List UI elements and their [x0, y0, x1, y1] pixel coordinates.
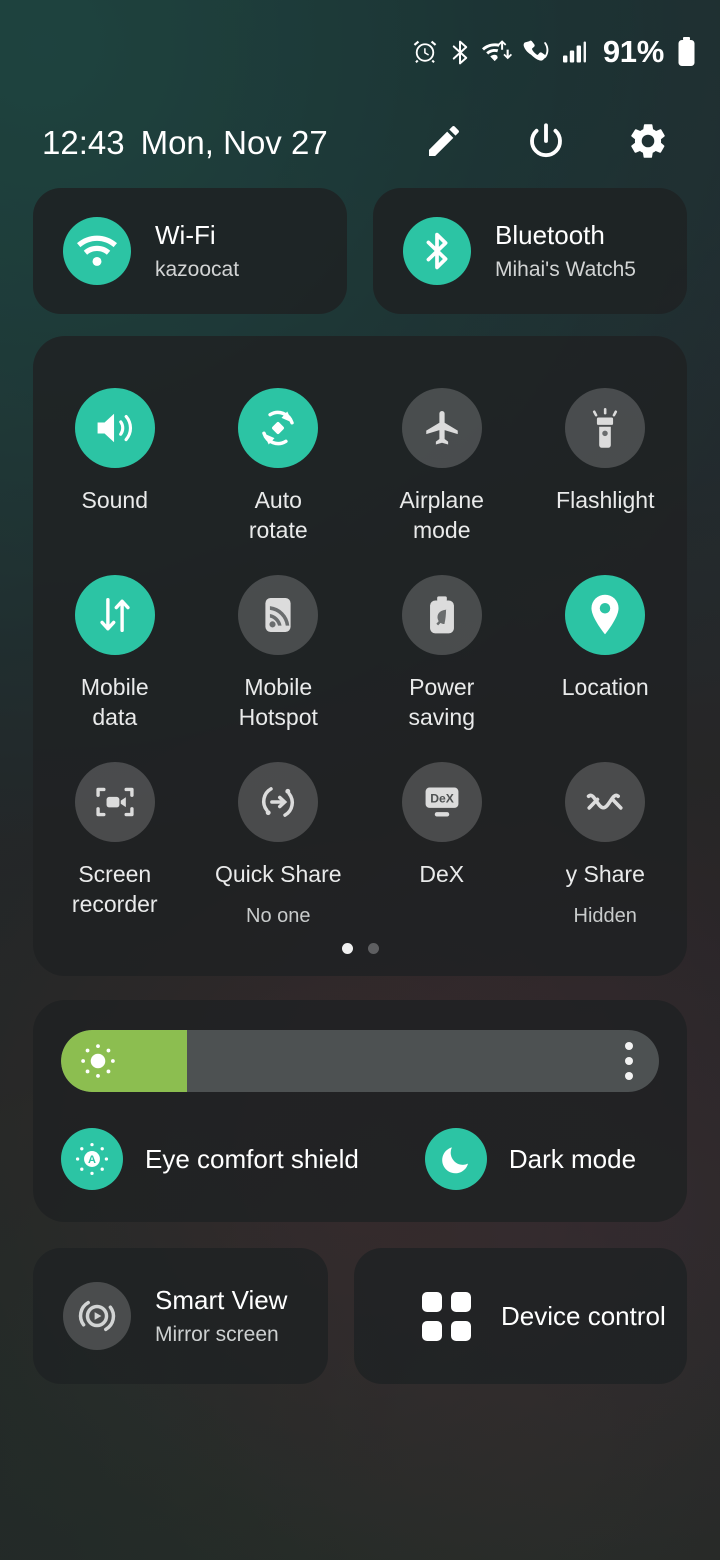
clock-date-group: 12:43 Mon, Nov 27	[42, 124, 328, 162]
more-vertical-icon[interactable]	[625, 1042, 633, 1080]
qs-tile-sound[interactable]: Sound	[33, 388, 197, 545]
connectivity-row: Wi-Fi kazoocat Bluetooth Mihai's Watch5	[33, 188, 687, 314]
settings-button[interactable]	[626, 121, 670, 165]
qs-label-dex: DeX	[419, 861, 465, 887]
quick-settings-panel: Sound Auto rotate Airplane mode Flashlig…	[33, 336, 687, 976]
wifi-network-name: kazoocat	[155, 258, 240, 281]
device-control-grid-icon	[422, 1291, 471, 1341]
bluetooth-text: Bluetooth Mihai's Watch5	[495, 220, 636, 282]
hotspot-icon	[238, 575, 319, 655]
power-icon	[525, 120, 567, 167]
call-vibrate-icon	[523, 39, 551, 66]
wifi-icon	[63, 217, 131, 285]
battery-full-icon	[677, 37, 696, 67]
brightness-panel: A Eye comfort shield Dark mode	[33, 1000, 687, 1222]
device-control-tile[interactable]: Device control	[354, 1248, 687, 1384]
bluetooth-icon	[449, 39, 471, 66]
smart-view-subtitle: Mirror screen	[155, 1323, 279, 1346]
clock-time: 12:43	[42, 124, 125, 161]
brightness-toggles: A Eye comfort shield Dark mode	[61, 1128, 659, 1190]
page-dot-1[interactable]	[341, 943, 353, 954]
qs-label-airplane-mode: Airplane mode	[399, 487, 484, 543]
qs-tile-mobile-hotspot[interactable]: Mobile Hotspot	[197, 575, 361, 732]
device-control-text: Device control	[501, 1301, 666, 1332]
eye-comfort-shield-toggle[interactable]: A Eye comfort shield	[61, 1128, 359, 1190]
qs-tile-quick-share[interactable]: Quick Share No one	[197, 762, 361, 929]
bluetooth-icon	[403, 217, 471, 285]
battery-percent-label: 91%	[602, 34, 664, 69]
qs-tile-power-saving[interactable]: Power saving	[360, 575, 524, 732]
header-actions	[422, 121, 670, 165]
qs-label-sound: Sound	[81, 487, 148, 513]
wifi-text: Wi-Fi kazoocat	[155, 220, 239, 282]
qs-tile-screen-recorder[interactable]: Screen recorder	[33, 762, 197, 929]
qs-sub-music-share: Hidden	[573, 905, 637, 927]
qs-tile-mobile-data[interactable]: Mobile data	[33, 575, 197, 732]
qs-label-location: Location	[561, 674, 649, 700]
eye-comfort-icon: A	[61, 1128, 123, 1190]
qs-label-mobile-hotspot: Mobile Hotspot	[238, 674, 318, 730]
bluetooth-title: Bluetooth	[495, 220, 605, 250]
clock-date: Mon, Nov 27	[140, 124, 328, 161]
qs-tile-dex[interactable]: DeX DeX	[360, 762, 524, 929]
signal-bars-icon	[562, 40, 588, 64]
dark-mode-toggle[interactable]: Dark mode	[359, 1128, 659, 1190]
qs-label-quick-share: Quick Share	[214, 861, 342, 887]
bluetooth-tile[interactable]: Bluetooth Mihai's Watch5	[373, 188, 687, 314]
pencil-icon	[424, 121, 464, 166]
wifi-icon	[481, 39, 512, 65]
svg-text:DeX: DeX	[430, 791, 454, 805]
power-saving-icon	[401, 575, 482, 655]
qs-sub-quick-share: No one	[246, 905, 311, 927]
qs-label-music-share: y Share	[565, 861, 645, 887]
dex-icon: DeX	[401, 762, 482, 842]
qs-tile-location[interactable]: Location	[524, 575, 688, 732]
airplane-icon	[401, 388, 482, 468]
music-share-icon	[565, 762, 646, 842]
moon-icon	[424, 1128, 487, 1190]
qs-label-power-saving: Power saving	[408, 674, 475, 730]
power-button[interactable]	[524, 121, 568, 165]
quick-share-icon	[238, 762, 319, 842]
page-indicator	[33, 943, 687, 954]
brightness-slider[interactable]	[61, 1030, 659, 1092]
qs-tile-music-share[interactable]: y Share Hidden	[524, 762, 688, 929]
smart-view-title: Smart View	[155, 1285, 288, 1315]
alarm-icon	[412, 39, 438, 65]
qs-label-auto-rotate: Auto rotate	[248, 487, 308, 543]
qs-label-screen-recorder: Screen recorder	[71, 861, 158, 917]
qs-tile-flashlight[interactable]: Flashlight	[524, 388, 688, 545]
brightness-sun-icon	[79, 1042, 117, 1080]
wifi-tile[interactable]: Wi-Fi kazoocat	[33, 188, 347, 314]
qs-label-flashlight: Flashlight	[556, 487, 655, 513]
smart-view-tile[interactable]: Smart View Mirror screen	[33, 1248, 328, 1384]
edit-button[interactable]	[422, 121, 466, 165]
bottom-tiles-row: Smart View Mirror screen Device control	[33, 1248, 687, 1384]
smart-view-text: Smart View Mirror screen	[155, 1285, 287, 1347]
device-control-title: Device control	[501, 1300, 666, 1331]
mobile-data-icon	[74, 575, 155, 655]
bluetooth-device-name: Mihai's Watch5	[495, 258, 636, 281]
qs-tile-airplane-mode[interactable]: Airplane mode	[360, 388, 524, 545]
flashlight-icon	[565, 388, 646, 468]
quick-settings-grid: Sound Auto rotate Airplane mode Flashlig…	[33, 388, 687, 929]
qs-tile-auto-rotate[interactable]: Auto rotate	[197, 388, 361, 545]
qs-label-mobile-data: Mobile data	[80, 674, 149, 730]
dark-mode-label: Dark mode	[508, 1143, 637, 1174]
eye-comfort-shield-label: Eye comfort shield	[145, 1143, 359, 1174]
page-dot-2[interactable]	[367, 943, 379, 954]
location-pin-icon	[565, 575, 646, 655]
svg-text:A: A	[88, 1154, 96, 1166]
volume-icon	[74, 388, 155, 468]
panel-header: 12:43 Mon, Nov 27	[0, 112, 720, 174]
status-bar: 91%	[0, 0, 720, 104]
auto-rotate-icon	[238, 388, 319, 468]
screen-recorder-icon	[74, 762, 155, 842]
gear-icon	[627, 120, 669, 167]
smart-view-icon	[63, 1282, 131, 1350]
wifi-title: Wi-Fi	[155, 220, 216, 250]
